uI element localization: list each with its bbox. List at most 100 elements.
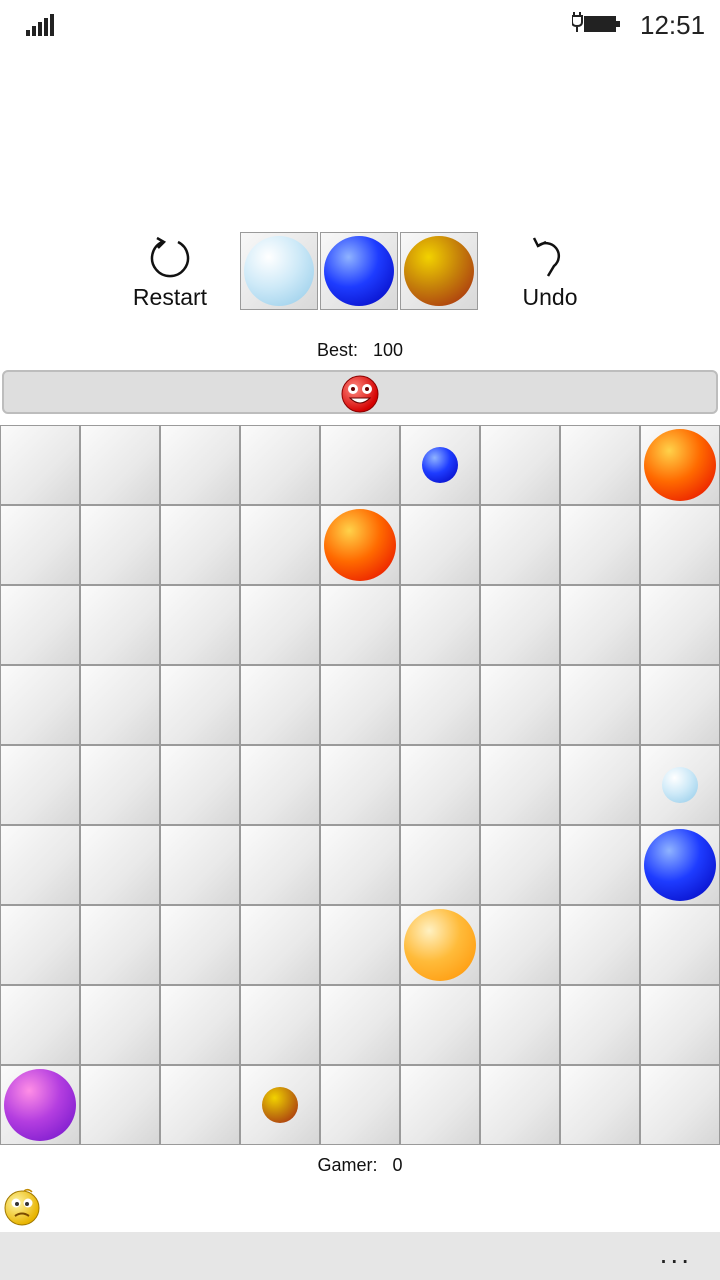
board-cell[interactable] [400,1065,480,1145]
board-cell[interactable] [320,585,400,665]
board-cell[interactable] [0,585,80,665]
board-cell[interactable] [480,425,560,505]
ball[interactable] [644,429,716,501]
board-cell[interactable] [320,1065,400,1145]
board-cell[interactable] [400,745,480,825]
restart-icon [150,236,190,278]
board-cell[interactable] [160,585,240,665]
board-cell[interactable] [480,985,560,1065]
board-cell[interactable] [0,745,80,825]
game-board[interactable] [0,425,720,1145]
board-cell[interactable] [640,905,720,985]
board-cell[interactable] [640,1065,720,1145]
board-cell[interactable] [320,985,400,1065]
board-cell[interactable] [480,665,560,745]
undo-icon [532,237,561,277]
board-cell[interactable] [0,665,80,745]
board-cell[interactable] [560,905,640,985]
board-cell[interactable] [0,425,80,505]
small-ball-preview[interactable] [662,767,698,803]
board-cell[interactable] [560,825,640,905]
status-bar: 12:51 [0,0,720,50]
board-cell[interactable] [240,985,320,1065]
board-cell[interactable] [560,505,640,585]
board-cell[interactable] [400,585,480,665]
more-options-button[interactable]: ... [660,1238,692,1270]
worried-face-icon [4,1188,40,1226]
next-ball-slot [240,232,318,310]
board-cell[interactable] [640,585,720,665]
board-cell[interactable] [0,985,80,1065]
board-cell[interactable] [80,1065,160,1145]
board-cell[interactable] [560,745,640,825]
board-cell[interactable] [80,905,160,985]
gamer-value: 0 [392,1155,403,1175]
signal-bars-icon [26,14,56,36]
board-cell[interactable] [240,825,320,905]
board-cell[interactable] [640,985,720,1065]
ball[interactable] [324,509,396,581]
board-cell[interactable] [240,425,320,505]
best-label: Best: [316,340,358,360]
next-ball-slot [400,232,478,310]
board-cell[interactable] [480,905,560,985]
board-cell[interactable] [80,745,160,825]
board-cell[interactable] [80,665,160,745]
board-cell[interactable] [320,425,400,505]
board-cell[interactable] [480,585,560,665]
board-cell[interactable] [240,905,320,985]
ball[interactable] [4,1069,76,1141]
board-cell[interactable] [480,745,560,825]
board-cell[interactable] [400,825,480,905]
board-cell[interactable] [560,585,640,665]
board-cell[interactable] [160,825,240,905]
board-cell[interactable] [80,425,160,505]
board-cell[interactable] [0,905,80,985]
board-cell[interactable] [560,985,640,1065]
board-cell[interactable] [560,665,640,745]
board-cell[interactable] [160,505,240,585]
board-cell[interactable] [160,665,240,745]
ball[interactable] [644,829,716,901]
board-cell[interactable] [480,505,560,585]
board-cell[interactable] [240,585,320,665]
board-cell[interactable] [0,505,80,585]
small-ball-preview[interactable] [422,447,458,483]
board-cell[interactable] [560,425,640,505]
board-cell[interactable] [480,1065,560,1145]
board-cell[interactable] [80,985,160,1065]
next-ball [244,236,314,306]
board-cell[interactable] [80,505,160,585]
score-progress-bar [2,370,718,414]
board-cell[interactable] [240,745,320,825]
board-cell[interactable] [560,1065,640,1145]
board-cell[interactable] [80,585,160,665]
board-cell[interactable] [480,825,560,905]
board-cell[interactable] [160,425,240,505]
small-ball-preview[interactable] [262,1087,298,1123]
board-cell[interactable] [160,1065,240,1145]
board-cell[interactable] [160,985,240,1065]
board-cell[interactable] [320,665,400,745]
board-cell[interactable] [400,505,480,585]
board-cell[interactable] [640,665,720,745]
board-cell[interactable] [160,905,240,985]
restart-button[interactable]: Restart [110,232,230,322]
best-score: Best: 100 [0,340,720,361]
board-cell[interactable] [0,825,80,905]
board-cell[interactable] [320,745,400,825]
board-cell[interactable] [320,905,400,985]
app-bar: ... [0,1232,720,1280]
undo-button[interactable]: Undo [490,232,610,322]
board-cell[interactable] [400,985,480,1065]
board-cell[interactable] [240,665,320,745]
board-cell[interactable] [400,665,480,745]
status-time: 12:51 [640,10,706,40]
board-cell[interactable] [640,505,720,585]
board-cell[interactable] [240,505,320,585]
smiley-face-icon [341,375,379,413]
board-cell[interactable] [80,825,160,905]
board-cell[interactable] [160,745,240,825]
ball[interactable] [404,909,476,981]
board-cell[interactable] [320,825,400,905]
